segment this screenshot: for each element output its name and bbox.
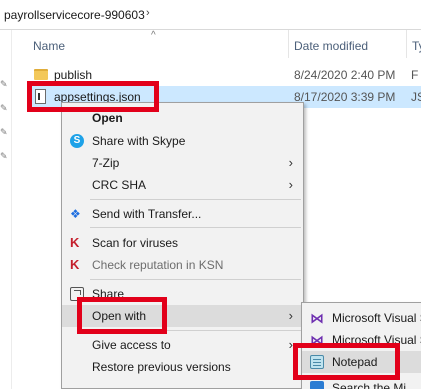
menu-item-label: Give access to xyxy=(92,338,171,352)
menu-item-share-with-skype[interactable]: S Share with Skype xyxy=(62,130,303,152)
menu-item-label: Share with Skype xyxy=(92,134,186,148)
folder-icon xyxy=(34,69,48,80)
menu-item-label: Send with Transfer... xyxy=(92,207,202,221)
column-header-date-modified[interactable]: Date modified xyxy=(294,30,368,60)
file-type: JS xyxy=(411,90,421,104)
menu-item-give-access-to[interactable]: Give access to › xyxy=(62,334,303,356)
breadcrumb-chevron-icon[interactable]: › xyxy=(146,7,150,19)
kaspersky-icon: K xyxy=(70,257,80,272)
menu-item-send-with-transfer[interactable]: ❖ Send with Transfer... xyxy=(62,203,303,225)
menu-separator xyxy=(90,199,301,200)
menu-item-7zip[interactable]: 7-Zip › xyxy=(62,152,303,174)
annotation-highlight-notepad xyxy=(293,343,400,380)
menu-item-check-reputation-ksn[interactable]: K Check reputation in KSN xyxy=(62,254,303,276)
context-menu: Open S Share with Skype 7-Zip › CRC SHA … xyxy=(61,102,304,389)
submenu-item-label: Microsoft Visual S xyxy=(332,311,421,325)
file-date: 8/24/2020 2:40 PM xyxy=(294,68,396,82)
pin-icon: ✎ xyxy=(0,151,8,161)
column-header-name[interactable]: Name xyxy=(33,30,65,60)
submenu-arrow-icon: › xyxy=(288,155,293,170)
pin-icon: ✎ xyxy=(0,127,8,137)
submenu-arrow-icon: › xyxy=(288,177,293,192)
kaspersky-icon: K xyxy=(70,235,80,250)
menu-separator xyxy=(90,279,301,280)
file-type: F xyxy=(411,68,419,82)
store-icon xyxy=(310,381,324,389)
menu-item-label: CRC SHA xyxy=(92,178,147,192)
menu-item-label: Check reputation in KSN xyxy=(92,258,224,272)
skype-icon: S xyxy=(70,134,84,148)
menu-item-restore-previous-versions[interactable]: Restore previous versions xyxy=(62,356,303,378)
address-bar[interactable]: payrollservicecore-990603 › xyxy=(0,0,421,30)
submenu-item-visual-studio[interactable]: ⋈ Microsoft Visual S xyxy=(302,307,421,329)
column-divider[interactable] xyxy=(406,30,407,58)
column-header-type[interactable]: Ty xyxy=(412,30,421,60)
menu-separator xyxy=(90,227,301,228)
menu-item-label: Restore previous versions xyxy=(92,360,231,374)
column-divider[interactable] xyxy=(288,30,289,58)
pin-icon: ✎ xyxy=(0,103,8,113)
annotation-highlight-file xyxy=(27,81,159,112)
visual-studio-icon: ⋈ xyxy=(310,310,324,326)
file-explorer-window: payrollservicecore-990603 › ✎ ✎ ✎ ✎ ^ Na… xyxy=(0,0,421,389)
pin-icon: ✎ xyxy=(0,79,8,89)
submenu-item-label: Search the Mi xyxy=(332,381,407,389)
menu-item-scan-for-viruses[interactable]: K Scan for viruses xyxy=(62,232,303,254)
file-name: publish xyxy=(54,68,93,82)
menu-item-label: Scan for viruses xyxy=(92,236,179,250)
breadcrumb-folder[interactable]: payrollservicecore-990603 xyxy=(4,8,145,22)
menu-item-crc-sha[interactable]: CRC SHA › xyxy=(62,174,303,196)
dropbox-icon: ❖ xyxy=(70,207,81,221)
menu-item-label: Open xyxy=(92,111,123,125)
menu-item-label: 7-Zip xyxy=(92,156,120,170)
file-date: 8/17/2020 3:39 PM xyxy=(294,90,396,104)
sort-ascending-icon: ^ xyxy=(151,30,156,41)
annotation-highlight-open-with xyxy=(77,297,167,334)
submenu-arrow-icon: › xyxy=(288,308,293,323)
